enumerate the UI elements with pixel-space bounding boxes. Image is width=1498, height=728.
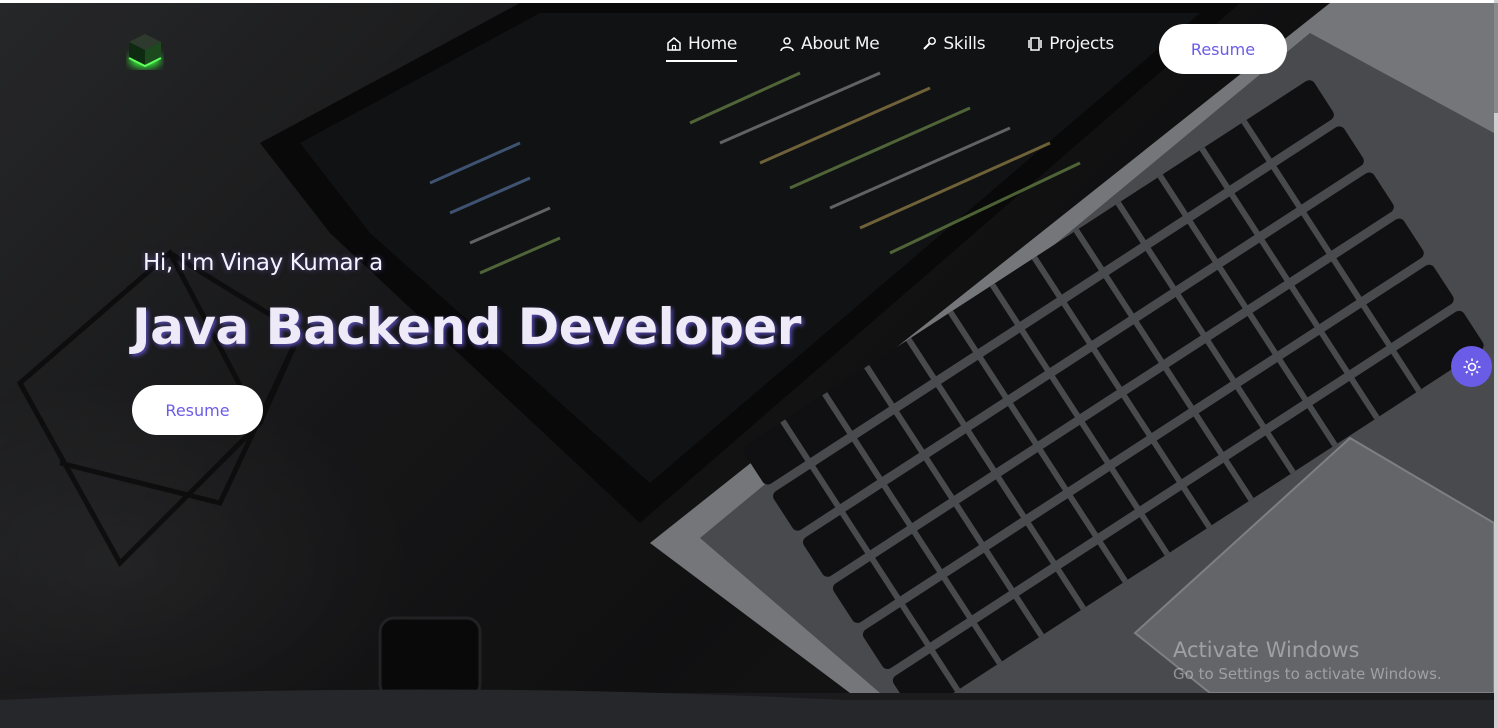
nav-item-label: Skills [943, 34, 986, 54]
nav-item-skills[interactable]: Skills [921, 28, 986, 60]
theme-toggle-button[interactable] [1451, 346, 1492, 387]
scrollbar-thumb[interactable] [1494, 3, 1498, 113]
hero-title: Java Backend Developer [132, 298, 801, 356]
activate-windows-watermark: Activate Windows Go to Settings to activ… [1173, 638, 1442, 683]
nav-item-home[interactable]: Home [666, 28, 738, 62]
hero-greeting: Hi, I'm Vinay Kumar a [143, 250, 383, 276]
user-icon [780, 37, 794, 52]
nav-item-projects[interactable]: Projects [1027, 28, 1114, 60]
nav-item-label: Home [688, 34, 738, 54]
sun-icon [1463, 358, 1480, 375]
logo-cube-icon[interactable] [126, 32, 164, 70]
home-icon [667, 37, 681, 51]
projects-icon [1028, 37, 1043, 51]
next-section-band [0, 700, 1498, 728]
watermark-title: Activate Windows [1173, 638, 1360, 662]
main-nav: Home About Me Skills Projects [666, 28, 1156, 62]
watermark-subtitle: Go to Settings to activate Windows. [1173, 665, 1442, 683]
resume-hero-button[interactable]: Resume [132, 385, 263, 435]
nav-item-label: Projects [1049, 34, 1114, 54]
nav-item-label: About Me [801, 34, 880, 54]
tools-icon [923, 37, 937, 50]
resume-nav-button[interactable]: Resume [1159, 24, 1287, 74]
nav-item-about[interactable]: About Me [779, 28, 880, 60]
